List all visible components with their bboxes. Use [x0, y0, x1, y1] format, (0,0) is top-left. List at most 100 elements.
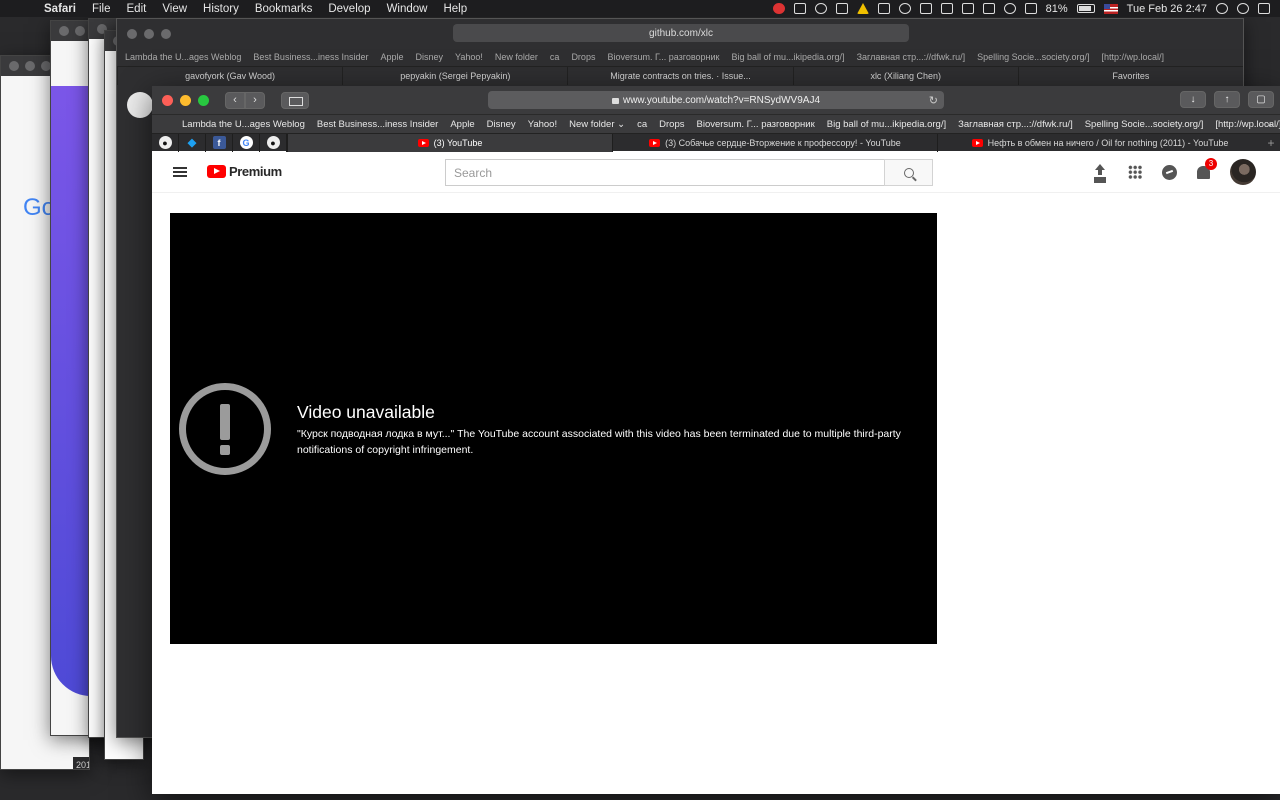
pinned-tab-github-2[interactable]: ● — [260, 133, 287, 152]
status-box-icon[interactable] — [835, 3, 848, 14]
back-button[interactable]: ‹ — [225, 91, 245, 109]
bookmark-folder[interactable]: New folder ⌄ — [563, 119, 631, 130]
menu-edit[interactable]: Edit — [119, 3, 155, 15]
bookmark-item[interactable]: Bioversum. Г... разговорник — [691, 119, 821, 130]
fullscreen-window-button[interactable] — [198, 94, 209, 106]
battery-icon[interactable] — [1076, 4, 1095, 13]
github-logo-icon — [127, 92, 153, 118]
apps-grid-icon[interactable] — [1128, 165, 1142, 179]
bookmark-item[interactable]: Big ball of mu...ikipedia.org/] — [821, 119, 952, 130]
notifications-bell-icon[interactable]: 3 — [1197, 157, 1217, 179]
tab-migrate-contracts[interactable]: Migrate contracts on tries. · Issue... — [567, 67, 792, 85]
pinned-tab-github[interactable]: ● — [152, 133, 179, 152]
messages-icon[interactable] — [1162, 164, 1177, 180]
close-window-button[interactable] — [162, 94, 173, 106]
status-app-icon[interactable] — [772, 3, 785, 14]
menu-view[interactable]: View — [154, 3, 195, 15]
menu-bookmarks[interactable]: Bookmarks — [247, 3, 321, 15]
bookmark-item[interactable]: [http://wp.local/] — [1102, 52, 1165, 62]
bookmark-item[interactable]: Bioversum. Г... разговорник — [607, 52, 719, 62]
sidebar-toggle-button[interactable] — [281, 91, 309, 109]
tab-pepyakin[interactable]: pepyakin (Sergei Pepyakin) — [342, 67, 567, 85]
bookmark-item[interactable]: Big ball of mu...ikipedia.org/] — [732, 52, 845, 62]
menu-file[interactable]: File — [84, 3, 119, 15]
menu-app-name[interactable]: Safari — [36, 3, 84, 15]
tab-gavofyork[interactable]: gavofyork (Gav Wood) — [117, 67, 342, 85]
github-address-bar[interactable]: github.com/xlc — [453, 24, 909, 42]
new-tab-button[interactable]: + — [1262, 136, 1280, 150]
menu-develop[interactable]: Develop — [320, 3, 378, 15]
notification-center-icon[interactable] — [1258, 3, 1270, 14]
warning-icon[interactable] — [856, 3, 869, 14]
status-circle-icon[interactable] — [814, 3, 827, 14]
share-button[interactable]: ↑ — [1214, 91, 1240, 108]
code-icon[interactable] — [940, 3, 953, 14]
safari-window-youtube[interactable]: ‹ › www.youtube.com/watch?v=RNSydWV9AJ4 … — [152, 86, 1280, 794]
bookmark-item[interactable]: Apple — [444, 119, 480, 130]
bookmark-item[interactable]: Lambda the U...ages Weblog — [176, 119, 311, 130]
bookmark-item[interactable]: Lambda the U...ages Weblog — [125, 52, 241, 62]
volume-icon[interactable] — [1024, 3, 1037, 14]
time-machine-icon[interactable] — [898, 3, 911, 14]
bookmark-item[interactable]: Spelling Socie...society.org/] — [1079, 119, 1210, 130]
tab-favorites[interactable]: Favorites — [1017, 67, 1243, 85]
tab-xlc[interactable]: xlc (Xiliang Chen) — [792, 67, 1018, 85]
lock-icon — [611, 98, 619, 104]
downloads-button[interactable]: ↓ — [1180, 91, 1206, 108]
bookmark-item[interactable]: Заглавная стр...://dfwk.ru/] — [952, 119, 1079, 130]
bookmark-item[interactable]: Disney — [416, 52, 444, 62]
bookmark-item[interactable]: Заглавная стр...://dfwk.ru/] — [857, 52, 966, 62]
guide-menu-icon[interactable] — [173, 166, 187, 177]
bookmark-item[interactable]: Drops — [653, 119, 690, 130]
reload-icon[interactable]: ↻ — [929, 94, 938, 107]
pinned-tab-facebook[interactable]: f — [206, 133, 233, 152]
battery-percent[interactable]: 81% — [1046, 3, 1068, 15]
bookmark-item[interactable]: Yahoo! — [455, 52, 483, 62]
tab-bar: ● ◆ f G ● (3) YouTube (3) Собачье сердце… — [152, 133, 1280, 152]
bookmark-item[interactable]: Spelling Socie...society.org/] — [977, 52, 1089, 62]
github-bookmarks-bar: Lambda the U...ages Weblog Best Business… — [117, 48, 1243, 66]
tab-oil-for-nothing[interactable]: Нефть в обмен на ничего / Oil for nothin… — [937, 133, 1262, 152]
error-message: "Курск подводная лодка в мут..." The You… — [297, 428, 901, 456]
bookmark-item[interactable]: New folder — [495, 52, 538, 62]
youtube-premium-logo[interactable]: Premium — [207, 164, 282, 179]
forward-button[interactable]: › — [245, 91, 265, 109]
menu-help[interactable]: Help — [435, 3, 475, 15]
address-bar[interactable]: www.youtube.com/watch?v=RNSydWV9AJ4 ↻ — [488, 91, 944, 109]
bookmark-item[interactable]: Disney — [481, 119, 522, 130]
bookmark-item[interactable]: Best Business...iness Insider — [311, 119, 444, 130]
pinned-tab-twitter[interactable]: ◆ — [179, 133, 206, 152]
bookmark-item[interactable]: Apple — [380, 52, 403, 62]
spotlight-search-icon[interactable] — [1216, 3, 1228, 14]
wifi-icon[interactable] — [1003, 3, 1016, 14]
bookmark-item[interactable]: ca — [550, 52, 560, 62]
menu-window[interactable]: Window — [379, 3, 436, 15]
minimize-window-button[interactable] — [180, 94, 191, 106]
input-source-flag-icon[interactable] — [1103, 3, 1118, 14]
menu-clock[interactable]: Tue Feb 26 2:47 — [1127, 3, 1207, 15]
search-icon — [903, 167, 914, 178]
upload-icon[interactable] — [1092, 164, 1108, 180]
dropbox-icon[interactable] — [793, 3, 806, 14]
tab-youtube[interactable]: (3) YouTube — [287, 133, 612, 152]
bookmark-item[interactable]: ca — [631, 119, 653, 130]
tab-overview-button[interactable]: ▢ — [1248, 91, 1274, 108]
tab-sobachye-serdtse[interactable]: (3) Собачье сердце-Вторжение к профессор… — [612, 133, 937, 152]
twitter-icon: ◆ — [187, 137, 197, 149]
bookmark-item[interactable]: Yahoo! — [522, 119, 563, 130]
siri-icon[interactable] — [1237, 3, 1249, 14]
display-icon[interactable] — [982, 3, 995, 14]
search-input[interactable] — [445, 159, 884, 186]
airplay-icon[interactable] — [961, 3, 974, 14]
bookmark-item[interactable]: Best Business...iness Insider — [253, 52, 368, 62]
pinned-tab-google[interactable]: G — [233, 133, 260, 152]
tab-title: Нефть в обмен на ничего / Oil for nothin… — [987, 137, 1229, 148]
video-player[interactable]: Video unavailable "Курск подводная лодка… — [170, 213, 937, 644]
bluetooth-icon[interactable] — [919, 3, 932, 14]
menu-history[interactable]: History — [195, 3, 247, 15]
search-button[interactable] — [884, 159, 933, 186]
bookmarks-overflow-icon[interactable]: » — [1267, 119, 1272, 130]
bookmark-item[interactable]: Drops — [571, 52, 595, 62]
status-shield-icon[interactable] — [877, 3, 890, 14]
avatar[interactable] — [1230, 159, 1256, 185]
